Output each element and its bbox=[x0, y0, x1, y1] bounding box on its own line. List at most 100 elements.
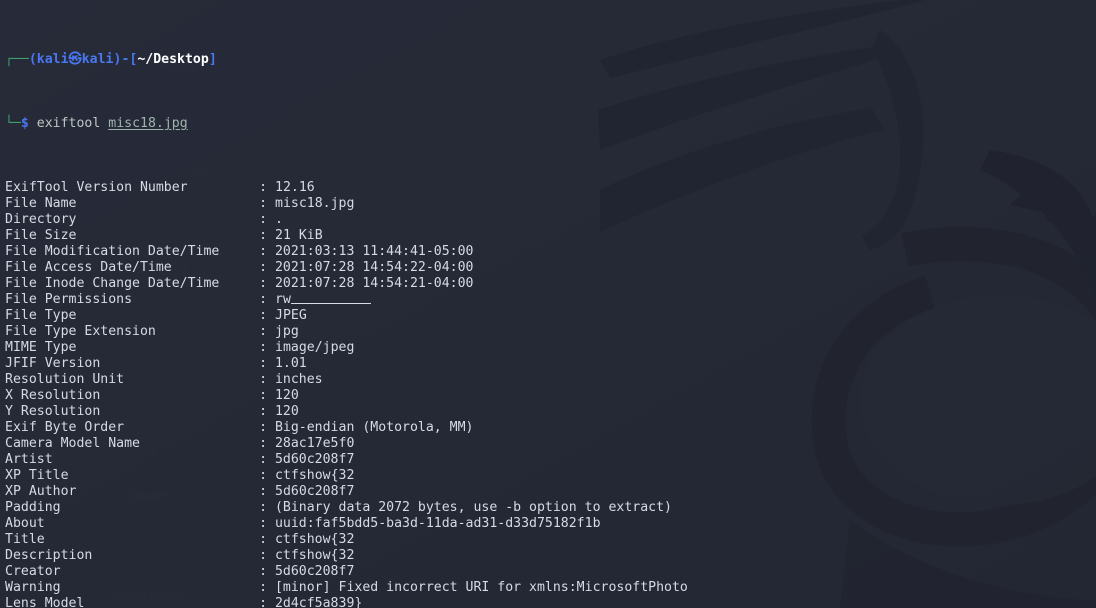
output-row-gap bbox=[267, 404, 275, 419]
output-row-padding bbox=[45, 532, 259, 547]
output-row-separator: : bbox=[259, 292, 268, 307]
output-row-key: Exif Byte Order bbox=[5, 420, 125, 435]
output-row-separator: : bbox=[259, 196, 268, 211]
output-row-value: ctfshow{32 bbox=[274, 548, 355, 563]
output-row-key: File Name bbox=[5, 196, 77, 211]
output-row-padding bbox=[132, 292, 259, 307]
output-row-value: 21 KiB bbox=[275, 228, 323, 243]
output-row-key: File Size bbox=[5, 228, 77, 243]
permissions-bits: rw bbox=[275, 292, 291, 307]
output-row-separator: : bbox=[259, 356, 268, 371]
output-row-key: Y Resolution bbox=[5, 404, 101, 419]
output-row-gap bbox=[267, 388, 275, 403]
output-row-key: File Type bbox=[5, 308, 77, 323]
output-row-key: Description bbox=[5, 548, 93, 563]
output-row-gap bbox=[267, 276, 275, 291]
output-row-separator: : bbox=[259, 260, 268, 275]
output-row: ExifTool Version Number : 12.16 bbox=[5, 180, 1096, 196]
output-row-padding bbox=[61, 564, 260, 579]
output-row-gap bbox=[267, 324, 275, 339]
output-row-value: inches bbox=[274, 372, 323, 387]
output-row-gap bbox=[267, 580, 275, 595]
output-row-separator: : bbox=[259, 404, 268, 419]
output-row-separator: : bbox=[259, 244, 268, 259]
prompt-at-icon: ㉿ bbox=[68, 52, 82, 67]
output-row: XP Author : 5d60c208f7 bbox=[5, 484, 1096, 500]
output-row-key: File Permissions bbox=[5, 292, 133, 307]
output-row-value: . bbox=[275, 212, 283, 227]
terminal-screen: ┌──(kali㉿kali)-[~/Desktop] └─$ exiftool … bbox=[0, 0, 1096, 608]
output-row: Y Resolution : 120 bbox=[5, 404, 1096, 420]
output-row-value: uuid:faf5bdd5-ba3d-11da-ad31-d33d75182f1… bbox=[274, 516, 601, 531]
terminal-window[interactable]: Home ub apidly ctf search vulnerability … bbox=[0, 0, 1096, 608]
output-row: About : uuid:faf5bdd5-ba3d-11da-ad31-d33… bbox=[5, 516, 1096, 532]
output-row-key: Warning bbox=[5, 580, 61, 595]
output-row-separator: : bbox=[259, 388, 268, 403]
output-row: Artist : 5d60c208f7 bbox=[5, 452, 1096, 468]
output-row: Warning : [minor] Fixed incorrect URI fo… bbox=[5, 580, 1096, 596]
prompt-dollar-sign: $ bbox=[20, 116, 29, 131]
output-row-key: Padding bbox=[5, 500, 61, 515]
output-row-key: Resolution Unit bbox=[5, 372, 125, 387]
output-row: File Permissions : rw bbox=[5, 292, 1096, 308]
output-row-separator: : bbox=[259, 308, 268, 323]
output-row-padding bbox=[69, 468, 260, 483]
output-row-padding bbox=[76, 228, 259, 243]
output-row: JFIF Version : 1.01 bbox=[5, 356, 1096, 372]
output-row-padding bbox=[92, 548, 259, 563]
output-row-padding bbox=[61, 580, 260, 595]
output-row-gap bbox=[267, 292, 275, 307]
output-row-key: JFIF Version bbox=[5, 356, 101, 371]
output-row-separator: : bbox=[259, 452, 268, 467]
output-row: File Modification Date/Time : 2021:03:13… bbox=[5, 244, 1096, 260]
output-row-value: 120 bbox=[274, 404, 299, 419]
prompt-line-top: ┌──(kali㉿kali)-[~/Desktop] bbox=[5, 52, 1096, 68]
output-row-key: File Type Extension bbox=[5, 324, 156, 339]
output-row-value: 12.16 bbox=[275, 180, 315, 195]
output-row-gap bbox=[267, 212, 275, 227]
output-row-gap bbox=[267, 516, 275, 531]
prompt-bottom-border: └─ bbox=[5, 116, 21, 131]
output-row: Description : ctfshow{32 bbox=[5, 548, 1096, 564]
output-row-value: ctfshow{32 bbox=[274, 532, 355, 547]
output-row-gap bbox=[267, 420, 275, 435]
output-row-gap bbox=[267, 228, 275, 243]
output-row-padding bbox=[76, 212, 259, 227]
output-row-separator: : bbox=[259, 436, 268, 451]
output-row-value: 5d60c208f7 bbox=[274, 452, 355, 467]
output-row: Resolution Unit : inches bbox=[5, 372, 1096, 388]
output-row-key: ExifTool Version Number bbox=[5, 180, 188, 195]
output-row: Title : ctfshow{32 bbox=[5, 532, 1096, 548]
output-row: Padding : (Binary data 2072 bytes, use -… bbox=[5, 500, 1096, 516]
output-row-padding bbox=[76, 340, 259, 355]
output-row-separator: : bbox=[259, 212, 268, 227]
output-row-padding bbox=[45, 516, 259, 531]
output-row: File Type Extension : jpg bbox=[5, 324, 1096, 340]
output-row-key: Artist bbox=[5, 452, 53, 467]
output-row-gap bbox=[267, 468, 275, 483]
output-row-padding bbox=[76, 308, 259, 323]
output-row-padding bbox=[219, 244, 259, 259]
output-row-separator: : bbox=[259, 228, 268, 243]
prompt-top-border: ┌── bbox=[5, 52, 29, 67]
output-row-separator: : bbox=[259, 420, 268, 435]
output-row-value: misc18.jpg bbox=[275, 196, 355, 211]
output-row-value: image/jpeg bbox=[275, 340, 355, 355]
output-row-gap bbox=[267, 244, 275, 259]
output-row-separator: : bbox=[259, 180, 268, 195]
output-row-padding bbox=[61, 500, 260, 515]
prompt-line-command[interactable]: └─$ exiftool misc18.jpg bbox=[5, 116, 1096, 132]
output-row-gap bbox=[267, 532, 275, 547]
output-row-key: Directory bbox=[5, 212, 77, 227]
prompt-user: kali bbox=[36, 52, 69, 67]
output-row-padding bbox=[156, 324, 259, 339]
output-row: File Name : misc18.jpg bbox=[5, 196, 1096, 212]
output-row-separator: : bbox=[259, 468, 268, 483]
output-row-separator: : bbox=[259, 484, 268, 499]
command-name: exiftool bbox=[36, 116, 101, 131]
output-row-padding bbox=[124, 420, 259, 435]
output-row-gap bbox=[267, 452, 275, 467]
output-row-value: (Binary data 2072 bytes, use -b option t… bbox=[274, 500, 672, 515]
output-row: X Resolution : 120 bbox=[5, 388, 1096, 404]
output-row: Lens Model : 2d4cf5a839} bbox=[5, 596, 1096, 608]
